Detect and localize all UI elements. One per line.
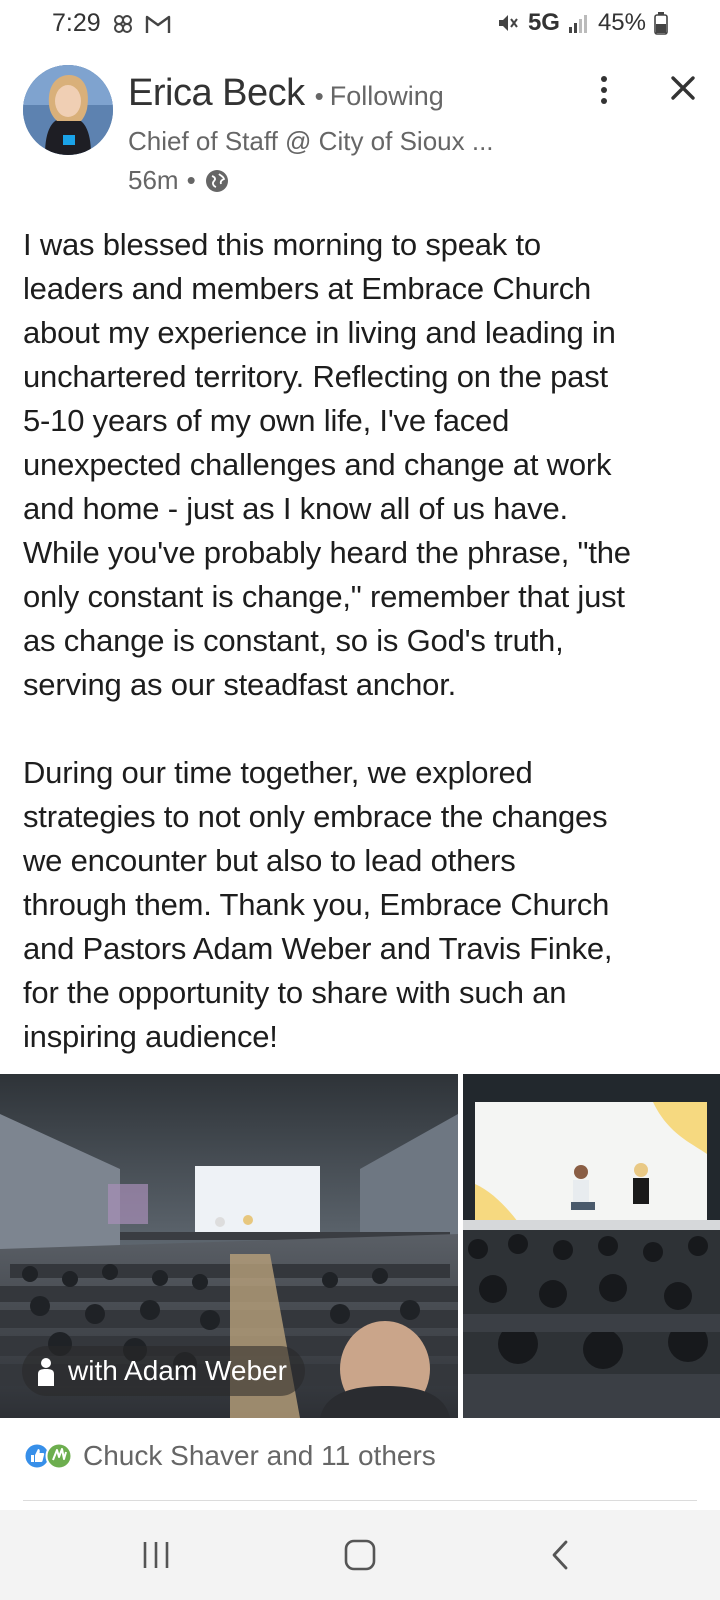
celebrate-reaction-icon (45, 1442, 73, 1470)
signal-icon (568, 12, 590, 34)
close-icon[interactable] (666, 70, 700, 106)
person-icon (32, 1356, 60, 1386)
gmail-icon (145, 13, 171, 35)
post-meta: 56m • (128, 165, 230, 196)
author-name[interactable]: Erica Beck (128, 72, 305, 115)
photo-tag-label: with Adam Weber (68, 1355, 287, 1386)
status-time: 7:29 (52, 9, 101, 37)
post-photo-stage[interactable] (463, 1074, 720, 1418)
author-avatar[interactable] (23, 65, 113, 155)
back-icon[interactable] (530, 1530, 590, 1580)
separator-dot: • (314, 81, 324, 111)
photo-tag[interactable]: with Adam Weber (22, 1346, 305, 1396)
reactions-summary[interactable]: Chuck Shaver and 11 others (23, 1440, 436, 1472)
home-icon[interactable] (330, 1530, 390, 1580)
reactions-text: Chuck Shaver and 11 others (83, 1440, 436, 1471)
status-bar: 7:29 5G 45% (0, 0, 720, 50)
reaction-icons (23, 1442, 73, 1470)
mute-icon (496, 11, 520, 35)
author-line: Erica Beck • Following (128, 72, 444, 115)
post-timestamp: 56m (128, 165, 179, 195)
battery-icon (654, 11, 668, 35)
more-options-icon[interactable] (590, 70, 618, 110)
system-nav-bar (0, 1510, 720, 1600)
follow-status[interactable]: Following (330, 81, 444, 112)
post-photo-auditorium[interactable]: with Adam Weber (0, 1074, 458, 1418)
author-headline: Chief of Staff @ City of Sioux ... (128, 126, 494, 156)
globe-icon (204, 168, 230, 194)
post-body-text: I was blessed this morning to speak to l… (23, 227, 631, 1054)
recents-icon[interactable] (126, 1530, 186, 1580)
divider (23, 1500, 697, 1501)
separator-dot: • (186, 165, 196, 195)
battery-percent: 45% (597, 9, 646, 36)
network-type: 5G (527, 9, 560, 36)
pinwheel-icon (111, 12, 135, 36)
